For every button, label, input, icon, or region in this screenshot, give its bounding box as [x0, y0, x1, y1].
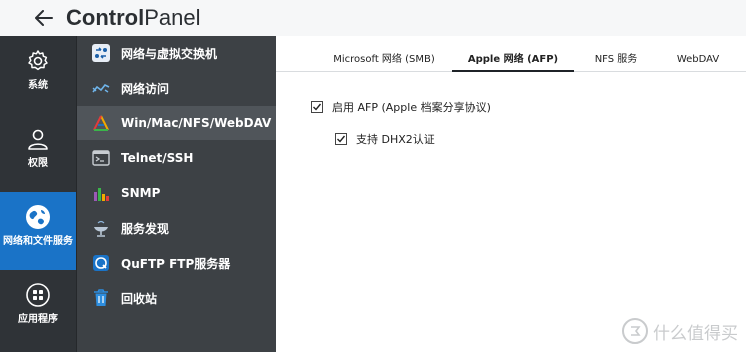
app-header: ControlPanel: [0, 0, 746, 36]
category-privilege[interactable]: 权限: [0, 126, 76, 180]
snmp-chart-icon: [91, 183, 111, 203]
category-label: 应用程序: [18, 314, 58, 325]
submenu-item-label: 网络访问: [121, 81, 170, 96]
submenu-item-service-discovery[interactable]: 服务发现: [77, 211, 277, 245]
category-rail: 系统 权限 网络和文件服务 应用程序: [0, 36, 76, 352]
gear-icon: [25, 48, 51, 74]
category-label: 系统: [28, 80, 48, 91]
dhx2-checkbox[interactable]: [335, 133, 347, 145]
submenu-item-label: 服务发现: [121, 221, 170, 236]
terminal-icon: [91, 148, 111, 168]
watermark-logo-icon: [622, 318, 648, 344]
apps-grid-icon: [25, 282, 51, 308]
back-arrow-icon[interactable]: [33, 7, 55, 29]
page-title: ControlPanel: [66, 5, 201, 30]
enable-afp-option[interactable]: 启用 AFP (Apple 档案分享协议): [311, 99, 491, 115]
watermark: 什么值得买: [622, 318, 738, 344]
tab-smb[interactable]: Microsoft 网络 (SMB): [328, 52, 440, 72]
virtual-switch-icon: [91, 43, 111, 63]
submenu-item-quftp[interactable]: QuFTP FTP服务器: [77, 246, 277, 280]
globe-icon: [25, 204, 51, 230]
satellite-dish-icon: [91, 218, 111, 238]
submenu-item-recycle-bin[interactable]: 回收站: [77, 281, 277, 315]
tab-webdav[interactable]: WebDAV: [672, 52, 724, 72]
network-access-icon: [91, 78, 111, 98]
submenu-item-label: Win/Mac/NFS/WebDAV: [121, 116, 272, 130]
submenu-item-virtual-switch[interactable]: 网络与虚拟交换机: [77, 36, 277, 70]
submenu-item-label: 网络与虚拟交换机: [121, 46, 218, 61]
category-system[interactable]: 系统: [0, 48, 76, 102]
category-label: 权限: [28, 158, 48, 169]
category-label: 网络和文件服务: [3, 236, 73, 247]
enable-afp-checkbox[interactable]: [311, 101, 323, 113]
submenu-item-file-protocols[interactable]: Win/Mac/NFS/WebDAV: [77, 106, 277, 140]
submenu-item-label: QuFTP FTP服务器: [121, 256, 231, 271]
tab-afp[interactable]: Apple 网络 (AFP): [452, 52, 574, 72]
main-content: Microsoft 网络 (SMB) Apple 网络 (AFP) NFS 服务…: [276, 36, 746, 352]
submenu-item-telnet-ssh[interactable]: Telnet/SSH: [77, 141, 277, 175]
dhx2-label: 支持 DHX2认证: [356, 133, 435, 146]
submenu-item-label: 回收站: [121, 291, 158, 306]
category-apps[interactable]: 应用程序: [0, 282, 76, 336]
submenu-item-label: Telnet/SSH: [121, 151, 194, 165]
submenu-item-network-access[interactable]: 网络访问: [77, 71, 277, 105]
watermark-text: 什么值得买: [653, 323, 738, 344]
enable-afp-label: 启用 AFP (Apple 档案分享协议): [332, 101, 491, 114]
recycle-bin-icon: [91, 288, 111, 308]
submenu-panel: 网络与虚拟交换机 网络访问 Win/Mac/NFS/WebDAV Telnet/…: [76, 36, 277, 352]
user-icon: [25, 126, 51, 152]
file-protocols-icon: [91, 113, 111, 133]
tab-nfs[interactable]: NFS 服务: [590, 52, 642, 72]
ftp-icon: [91, 253, 111, 273]
protocol-tabs: Microsoft 网络 (SMB) Apple 网络 (AFP) NFS 服务…: [276, 52, 746, 72]
dhx2-option[interactable]: 支持 DHX2认证: [335, 131, 435, 147]
submenu-item-label: SNMP: [121, 186, 161, 200]
category-network[interactable]: 网络和文件服务: [0, 192, 76, 270]
submenu-item-snmp[interactable]: SNMP: [77, 176, 277, 210]
